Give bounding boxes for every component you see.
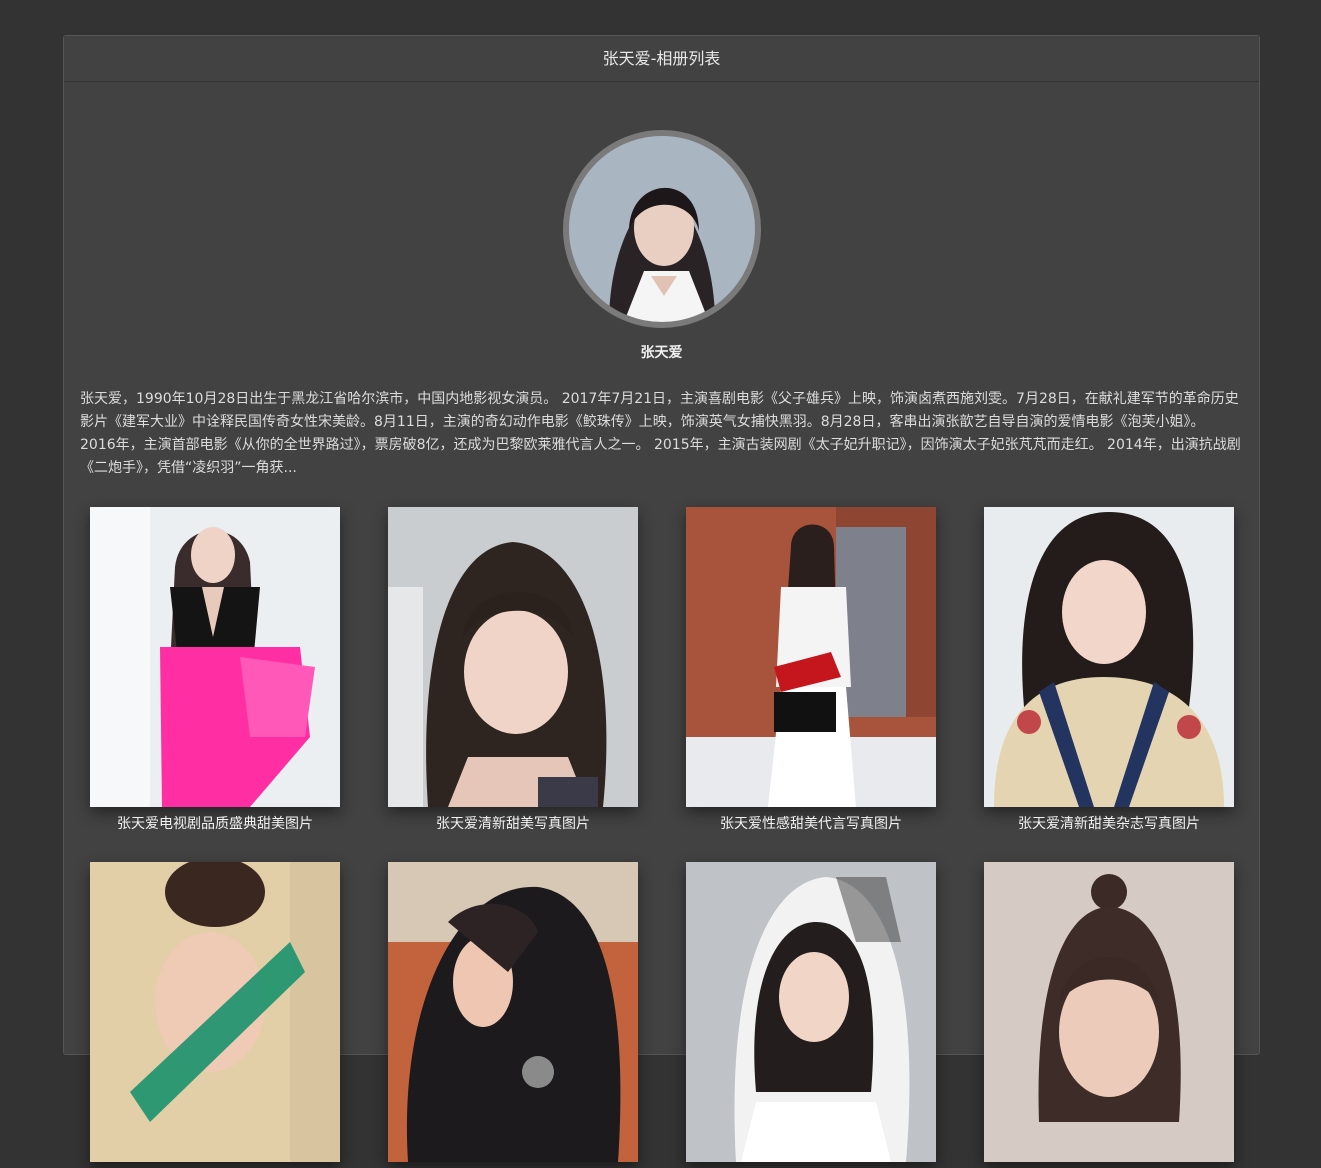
album-photo — [686, 507, 936, 807]
album-photo — [90, 507, 340, 807]
avatar-photo — [568, 136, 755, 322]
album-photo — [984, 862, 1234, 1162]
album-thumbnail[interactable] — [984, 507, 1234, 807]
album-caption[interactable]: 张天爱电视剧品质盛典甜美图片 — [90, 813, 340, 833]
album-thumbnail[interactable] — [90, 862, 340, 1162]
album-caption[interactable]: 张天爱清新甜美写真图片 — [388, 813, 638, 833]
album-card[interactable]: 张天爱清新甜美写真图片 — [388, 507, 638, 833]
album-thumbnail[interactable] — [388, 862, 638, 1162]
album-card[interactable] — [984, 862, 1234, 1168]
album-thumbnail[interactable] — [686, 507, 936, 807]
album-card[interactable] — [686, 862, 936, 1168]
avatar[interactable] — [562, 130, 761, 328]
album-photo — [388, 862, 638, 1162]
album-thumbnail[interactable] — [90, 507, 340, 807]
album-caption[interactable]: 张天爱性感甜美代言写真图片 — [686, 813, 936, 833]
album-thumbnail[interactable] — [984, 862, 1234, 1162]
page-title: 张天爱-相册列表 — [64, 36, 1259, 82]
album-photo — [388, 507, 638, 807]
album-card[interactable]: 张天爱性感甜美代言写真图片 — [686, 507, 936, 833]
album-panel: 张天爱-相册列表 张天爱 张天爱，1990年10月28日出生于黑龙江省哈尔滨市，… — [63, 35, 1260, 1162]
album-card[interactable]: 张天爱清新甜美杂志写真图片 — [984, 507, 1234, 833]
album-card[interactable]: 张天爱电视剧品质盛典甜美图片 — [90, 507, 340, 833]
album-photo — [984, 507, 1234, 807]
album-photo — [90, 862, 340, 1162]
album-thumbnail[interactable] — [686, 862, 936, 1162]
profile-bio: 张天爱，1990年10月28日出生于黑龙江省哈尔滨市，中国内地影视女演员。 20… — [80, 391, 1241, 476]
album-thumbnail[interactable] — [388, 507, 638, 807]
album-photo — [686, 862, 936, 1162]
album-card[interactable] — [388, 862, 638, 1168]
album-caption[interactable]: 张天爱清新甜美杂志写真图片 — [984, 813, 1234, 833]
profile-section: 张天爱 — [64, 130, 1259, 362]
profile-name: 张天爱 — [640, 345, 683, 361]
album-card[interactable] — [90, 862, 340, 1168]
